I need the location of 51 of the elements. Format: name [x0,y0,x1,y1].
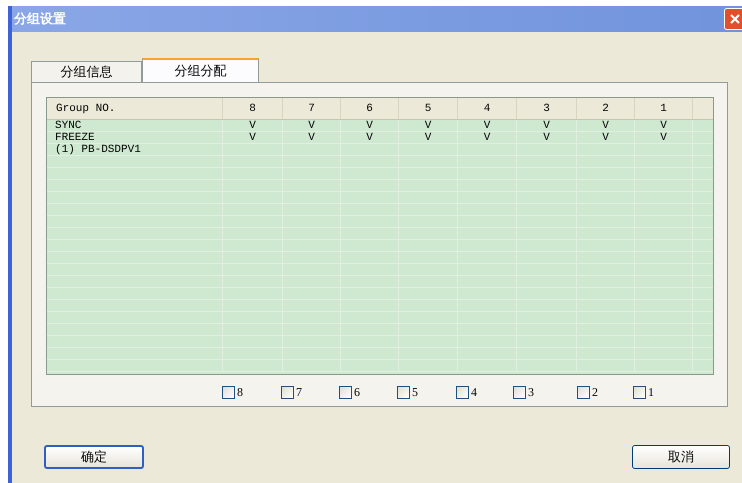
column-header[interactable]: Group NO. [47,98,223,119]
checkbox[interactable] [339,386,352,398]
table-cell: V [223,120,283,131]
dialog-button[interactable]: 取消 [632,445,730,469]
checkbox[interactable] [397,386,410,398]
column-header[interactable]: 6 [341,98,399,119]
checkbox[interactable] [281,386,294,398]
checkbox-label: 6 [354,384,360,401]
table-cell: V [635,132,693,143]
column-header[interactable]: 8 [223,98,283,119]
column-header[interactable]: 5 [399,98,458,119]
checkbox-label: 4 [471,384,477,401]
window-title: 分组设置 [12,10,66,28]
table-cell: V [577,132,635,143]
checkbox[interactable] [577,386,590,398]
checkbox-label: 8 [237,384,243,401]
column-header[interactable]: 3 [517,98,577,119]
checkbox[interactable] [456,386,469,398]
checkbox[interactable] [513,386,526,398]
table-cell: V [577,120,635,131]
checkbox-label: 1 [648,384,654,401]
tab[interactable]: 分组信息 [31,61,142,82]
table-cell: V [635,120,693,131]
checkbox[interactable] [633,386,646,398]
table-cell: FREEZE [47,132,223,143]
checkbox-label: 3 [528,384,534,401]
table-cell: V [341,120,399,131]
table-cell: V [399,120,458,131]
column-header[interactable]: 1 [635,98,693,119]
table-cell: V [517,120,577,131]
column-header[interactable]: 4 [458,98,517,119]
checkbox[interactable] [222,386,235,398]
table-cell: V [399,132,458,143]
close-button[interactable] [724,8,742,30]
table-cell: SYNC [47,120,223,131]
tab[interactable]: 分组分配 [142,58,259,82]
checkbox-label: 5 [412,384,418,401]
dialog-button[interactable]: 确定 [44,445,144,469]
column-header[interactable]: 7 [283,98,341,119]
checkbox-label: 7 [296,384,302,401]
close-icon [729,13,741,25]
table-cell: (1) PB-DSDPV1 [47,144,223,155]
table-cell: V [283,120,341,131]
column-header[interactable]: 2 [577,98,635,119]
table-cell: V [283,132,341,143]
table-cell: V [458,120,517,131]
table-cell: V [223,132,283,143]
table-cell: V [341,132,399,143]
table-cell: V [517,132,577,143]
checkbox-label: 2 [592,384,598,401]
table-cell: V [458,132,517,143]
